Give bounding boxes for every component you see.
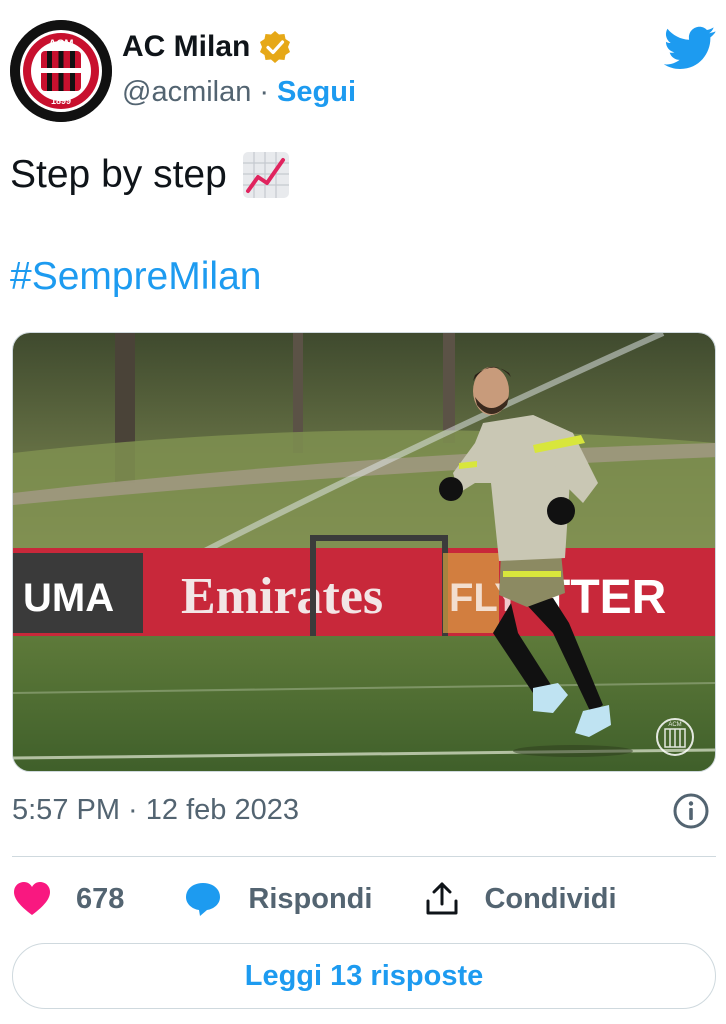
- chart-increasing-icon: [242, 152, 289, 198]
- read-replies-button[interactable]: Leggi 13 risposte: [12, 943, 716, 1009]
- share-upload-icon: [426, 882, 458, 915]
- info-icon[interactable]: [672, 792, 710, 830]
- tweet-header: ACM 1899 AC Milan @acmilan · Segui: [0, 0, 726, 130]
- tweet-body: Step by step: [10, 153, 227, 196]
- share-button[interactable]: Condividi: [424, 881, 617, 917]
- speech-bubble-icon: [186, 883, 221, 916]
- share-label: Condividi: [484, 882, 617, 915]
- follow-button[interactable]: Segui: [277, 76, 356, 109]
- reply-button[interactable]: Rispondi: [184, 881, 372, 917]
- name-row: AC Milan: [122, 30, 292, 64]
- tweet-timestamp[interactable]: 5:57 PM · 12 feb 2023: [12, 794, 299, 827]
- like-button[interactable]: 678: [12, 881, 124, 917]
- reply-label: Rispondi: [248, 882, 373, 915]
- banner-text-2: Emirates: [181, 568, 383, 625]
- tweet-photo[interactable]: UMA Emirates FLY TTER ACM: [12, 332, 716, 772]
- watermark-text: ACM: [668, 722, 681, 728]
- verified-badge-icon: [260, 31, 291, 63]
- timestamp-row: 5:57 PM · 12 feb 2023: [12, 790, 716, 834]
- like-count: 678: [76, 882, 125, 915]
- divider: [12, 856, 716, 857]
- heart-icon: [14, 882, 50, 915]
- tweet-text: Step by step: [10, 150, 291, 200]
- avatar[interactable]: ACM 1899: [10, 20, 112, 122]
- author-name[interactable]: AC Milan: [122, 30, 250, 64]
- handle-row: @acmilan · Segui: [122, 76, 356, 109]
- hashtag-link[interactable]: #SempreMilan: [10, 255, 261, 299]
- author-handle[interactable]: @acmilan: [122, 76, 251, 109]
- twitter-bird-icon[interactable]: [664, 26, 716, 70]
- banner-text-1: UMA: [23, 576, 114, 620]
- action-bar: 678 Rispondi Condividi: [12, 872, 716, 926]
- avatar-text: ACM: [48, 38, 73, 50]
- avatar-year: 1899: [51, 96, 71, 106]
- separator-dot: ·: [259, 76, 270, 108]
